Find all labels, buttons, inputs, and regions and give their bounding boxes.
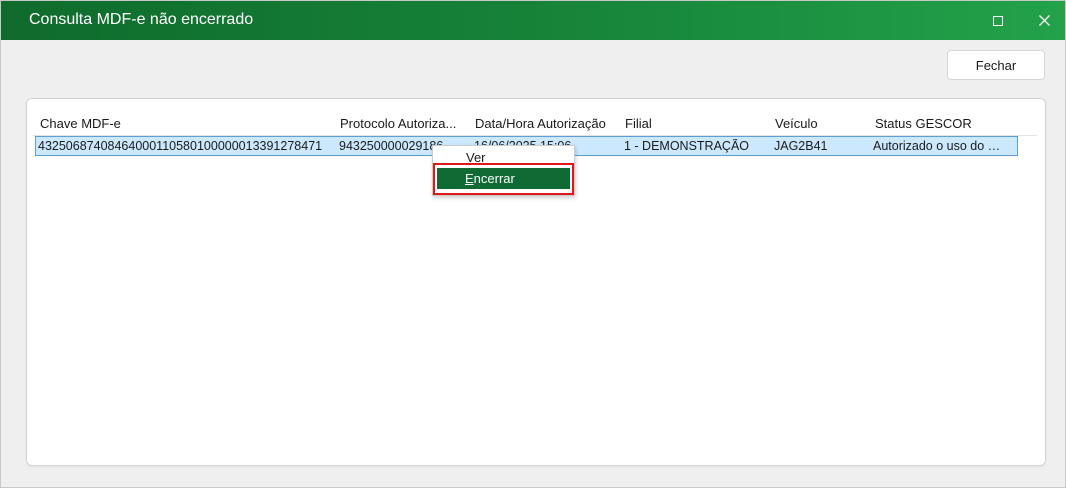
cell-veiculo: JAG2B41 xyxy=(774,139,828,153)
column-header-data-hora[interactable]: Data/Hora Autorização xyxy=(475,116,606,131)
column-header-protocolo[interactable]: Protocolo Autoriza... xyxy=(340,116,456,131)
cell-status: Autorizado o uso do MDF-e xyxy=(873,139,1009,153)
highlight-box xyxy=(433,163,574,195)
app-window: Consulta MDF-e não encerrado Fechar Chav… xyxy=(0,0,1066,488)
column-header-chave[interactable]: Chave MDF-e xyxy=(40,116,121,131)
title-bar[interactable]: Consulta MDF-e não encerrado xyxy=(1,1,1065,40)
cell-filial: 1 - DEMONSTRAÇÃO xyxy=(624,139,750,153)
column-header-veiculo[interactable]: Veículo xyxy=(775,116,818,131)
maximize-button[interactable] xyxy=(975,1,1021,40)
close-window-button[interactable] xyxy=(1021,1,1065,40)
window-title: Consulta MDF-e não encerrado xyxy=(29,11,254,28)
close-icon xyxy=(1038,15,1050,26)
column-header-filial[interactable]: Filial xyxy=(625,116,652,131)
fechar-button[interactable]: Fechar xyxy=(947,50,1045,80)
table-header: Chave MDF-e Protocolo Autoriza... Data/H… xyxy=(33,109,1037,136)
column-header-status[interactable]: Status GESCOR xyxy=(875,116,972,131)
maximize-icon xyxy=(993,15,1003,26)
cell-chave: 4325068740846400011058010000001339127847… xyxy=(38,139,323,153)
